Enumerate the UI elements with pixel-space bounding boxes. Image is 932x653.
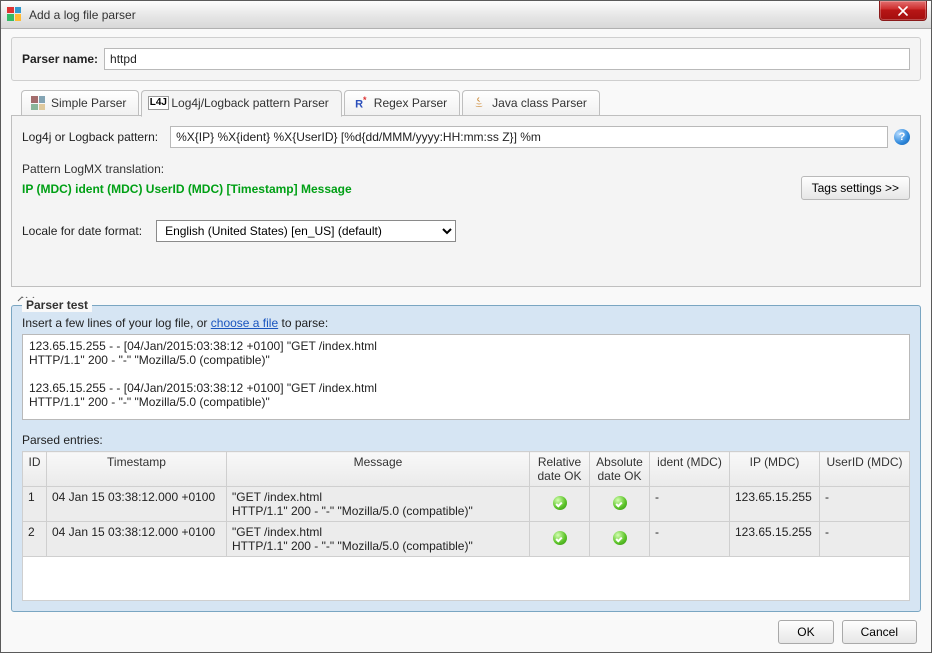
- table-header-row: ID Timestamp Message Relative date OK Ab…: [23, 452, 910, 487]
- table-cell: -: [820, 522, 910, 557]
- translation-token-ip: IP (MDC): [22, 182, 72, 196]
- col-message[interactable]: Message: [227, 452, 530, 487]
- log4j-icon: L4J: [150, 95, 166, 111]
- col-ip-mdc[interactable]: IP (MDC): [730, 452, 820, 487]
- tab-log4j-parser[interactable]: L4J Log4j/Logback pattern Parser: [141, 90, 341, 117]
- help-icon[interactable]: ?: [894, 129, 910, 145]
- locale-select[interactable]: English (United States) [en_US] (default…: [156, 220, 456, 242]
- cancel-button[interactable]: Cancel: [842, 620, 917, 644]
- locale-label: Locale for date format:: [22, 224, 142, 238]
- dialog-body: Parser name: Simple Parser L4J Log4j/Log…: [1, 29, 931, 652]
- table-cell: -: [650, 522, 730, 557]
- grid-icon: [30, 95, 46, 111]
- ok-icon: [613, 496, 627, 510]
- log-sample-textarea[interactable]: 123.65.15.255 - - [04/Jan/2015:03:38:12 …: [22, 334, 910, 420]
- col-timestamp[interactable]: Timestamp: [47, 452, 227, 487]
- tabs-bar: Simple Parser L4J Log4j/Logback pattern …: [11, 89, 921, 115]
- table-cell: 2: [23, 522, 47, 557]
- splitter-handle[interactable]: [11, 293, 921, 305]
- table-cell: 123.65.15.255: [730, 487, 820, 522]
- parser-type-box: Simple Parser L4J Log4j/Logback pattern …: [11, 89, 921, 287]
- translation-token-userid: UserID (MDC): [146, 182, 223, 196]
- table-cell: [530, 487, 590, 522]
- app-icon: [7, 7, 23, 23]
- ok-icon: [553, 496, 567, 510]
- pattern-input[interactable]: [170, 126, 888, 148]
- table-row[interactable]: 104 Jan 15 03:38:12.000 +0100"GET /index…: [23, 487, 910, 522]
- ok-icon: [613, 531, 627, 545]
- parsed-entries-label: Parsed entries:: [22, 433, 910, 447]
- parser-test-legend: Parser test: [22, 298, 92, 312]
- tab-panel-log4j: Log4j or Logback pattern: ? Pattern LogM…: [11, 115, 921, 287]
- close-icon: [898, 6, 908, 16]
- table-cell: [530, 522, 590, 557]
- window-title: Add a log file parser: [29, 1, 136, 29]
- table-cell: [590, 522, 650, 557]
- titlebar: Add a log file parser: [1, 1, 931, 29]
- col-userid-mdc[interactable]: UserID (MDC): [820, 452, 910, 487]
- parser-name-input[interactable]: [104, 48, 910, 70]
- close-button[interactable]: [879, 1, 927, 21]
- pattern-label: Log4j or Logback pattern:: [22, 130, 158, 144]
- col-absolute-date-ok[interactable]: Absolute date OK: [590, 452, 650, 487]
- table-cell: 04 Jan 15 03:38:12.000 +0100: [47, 522, 227, 557]
- tags-settings-button[interactable]: Tags settings >>: [801, 176, 910, 200]
- table-row[interactable]: 204 Jan 15 03:38:12.000 +0100"GET /index…: [23, 522, 910, 557]
- tab-simple-parser[interactable]: Simple Parser: [21, 90, 139, 116]
- translation-token-timestamp: Timestamp: [230, 182, 293, 196]
- hint-prefix: Insert a few lines of your log file, or: [22, 316, 211, 330]
- parser-name-label: Parser name:: [22, 52, 98, 66]
- translation-token-ident: ident (MDC): [75, 182, 142, 196]
- tab-label: Regex Parser: [374, 96, 447, 110]
- table-cell: "GET /index.html HTTP/1.1" 200 - "-" "Mo…: [227, 522, 530, 557]
- hint-suffix: to parse:: [278, 316, 328, 330]
- parser-test-hint: Insert a few lines of your log file, or …: [22, 316, 910, 330]
- table-cell: -: [650, 487, 730, 522]
- bracket-close: ]: [294, 182, 298, 196]
- table-cell: 1: [23, 487, 47, 522]
- dialog-buttons: OK Cancel: [11, 612, 921, 644]
- regex-icon: R*: [353, 95, 369, 111]
- choose-file-link[interactable]: choose a file: [211, 316, 278, 330]
- tab-regex-parser[interactable]: R* Regex Parser: [344, 90, 460, 116]
- translation-preview: IP (MDC) ident (MDC) UserID (MDC) [Times…: [22, 182, 910, 196]
- table-cell: [590, 487, 650, 522]
- col-relative-date-ok[interactable]: Relative date OK: [530, 452, 590, 487]
- col-id[interactable]: ID: [23, 452, 47, 487]
- tab-label: Java class Parser: [492, 96, 587, 110]
- parser-test-panel: Parser test Insert a few lines of your l…: [11, 305, 921, 612]
- tab-label: Simple Parser: [51, 96, 126, 110]
- ok-button[interactable]: OK: [778, 620, 833, 644]
- java-icon: [471, 95, 487, 111]
- tab-label: Log4j/Logback pattern Parser: [171, 96, 328, 110]
- parser-name-box: Parser name:: [11, 37, 921, 81]
- col-ident-mdc[interactable]: ident (MDC): [650, 452, 730, 487]
- parsed-entries-table: ID Timestamp Message Relative date OK Ab…: [22, 451, 910, 601]
- translation-label: Pattern LogMX translation:: [22, 162, 910, 176]
- tab-java-class-parser[interactable]: Java class Parser: [462, 90, 600, 116]
- table-cell: "GET /index.html HTTP/1.1" 200 - "-" "Mo…: [227, 487, 530, 522]
- table-filler: [23, 557, 910, 601]
- table-cell: 123.65.15.255: [730, 522, 820, 557]
- table-cell: 04 Jan 15 03:38:12.000 +0100: [47, 487, 227, 522]
- dialog-window: Add a log file parser Parser name: Simpl…: [0, 0, 932, 653]
- translation-token-message: Message: [301, 182, 352, 196]
- ok-icon: [553, 531, 567, 545]
- table-cell: -: [820, 487, 910, 522]
